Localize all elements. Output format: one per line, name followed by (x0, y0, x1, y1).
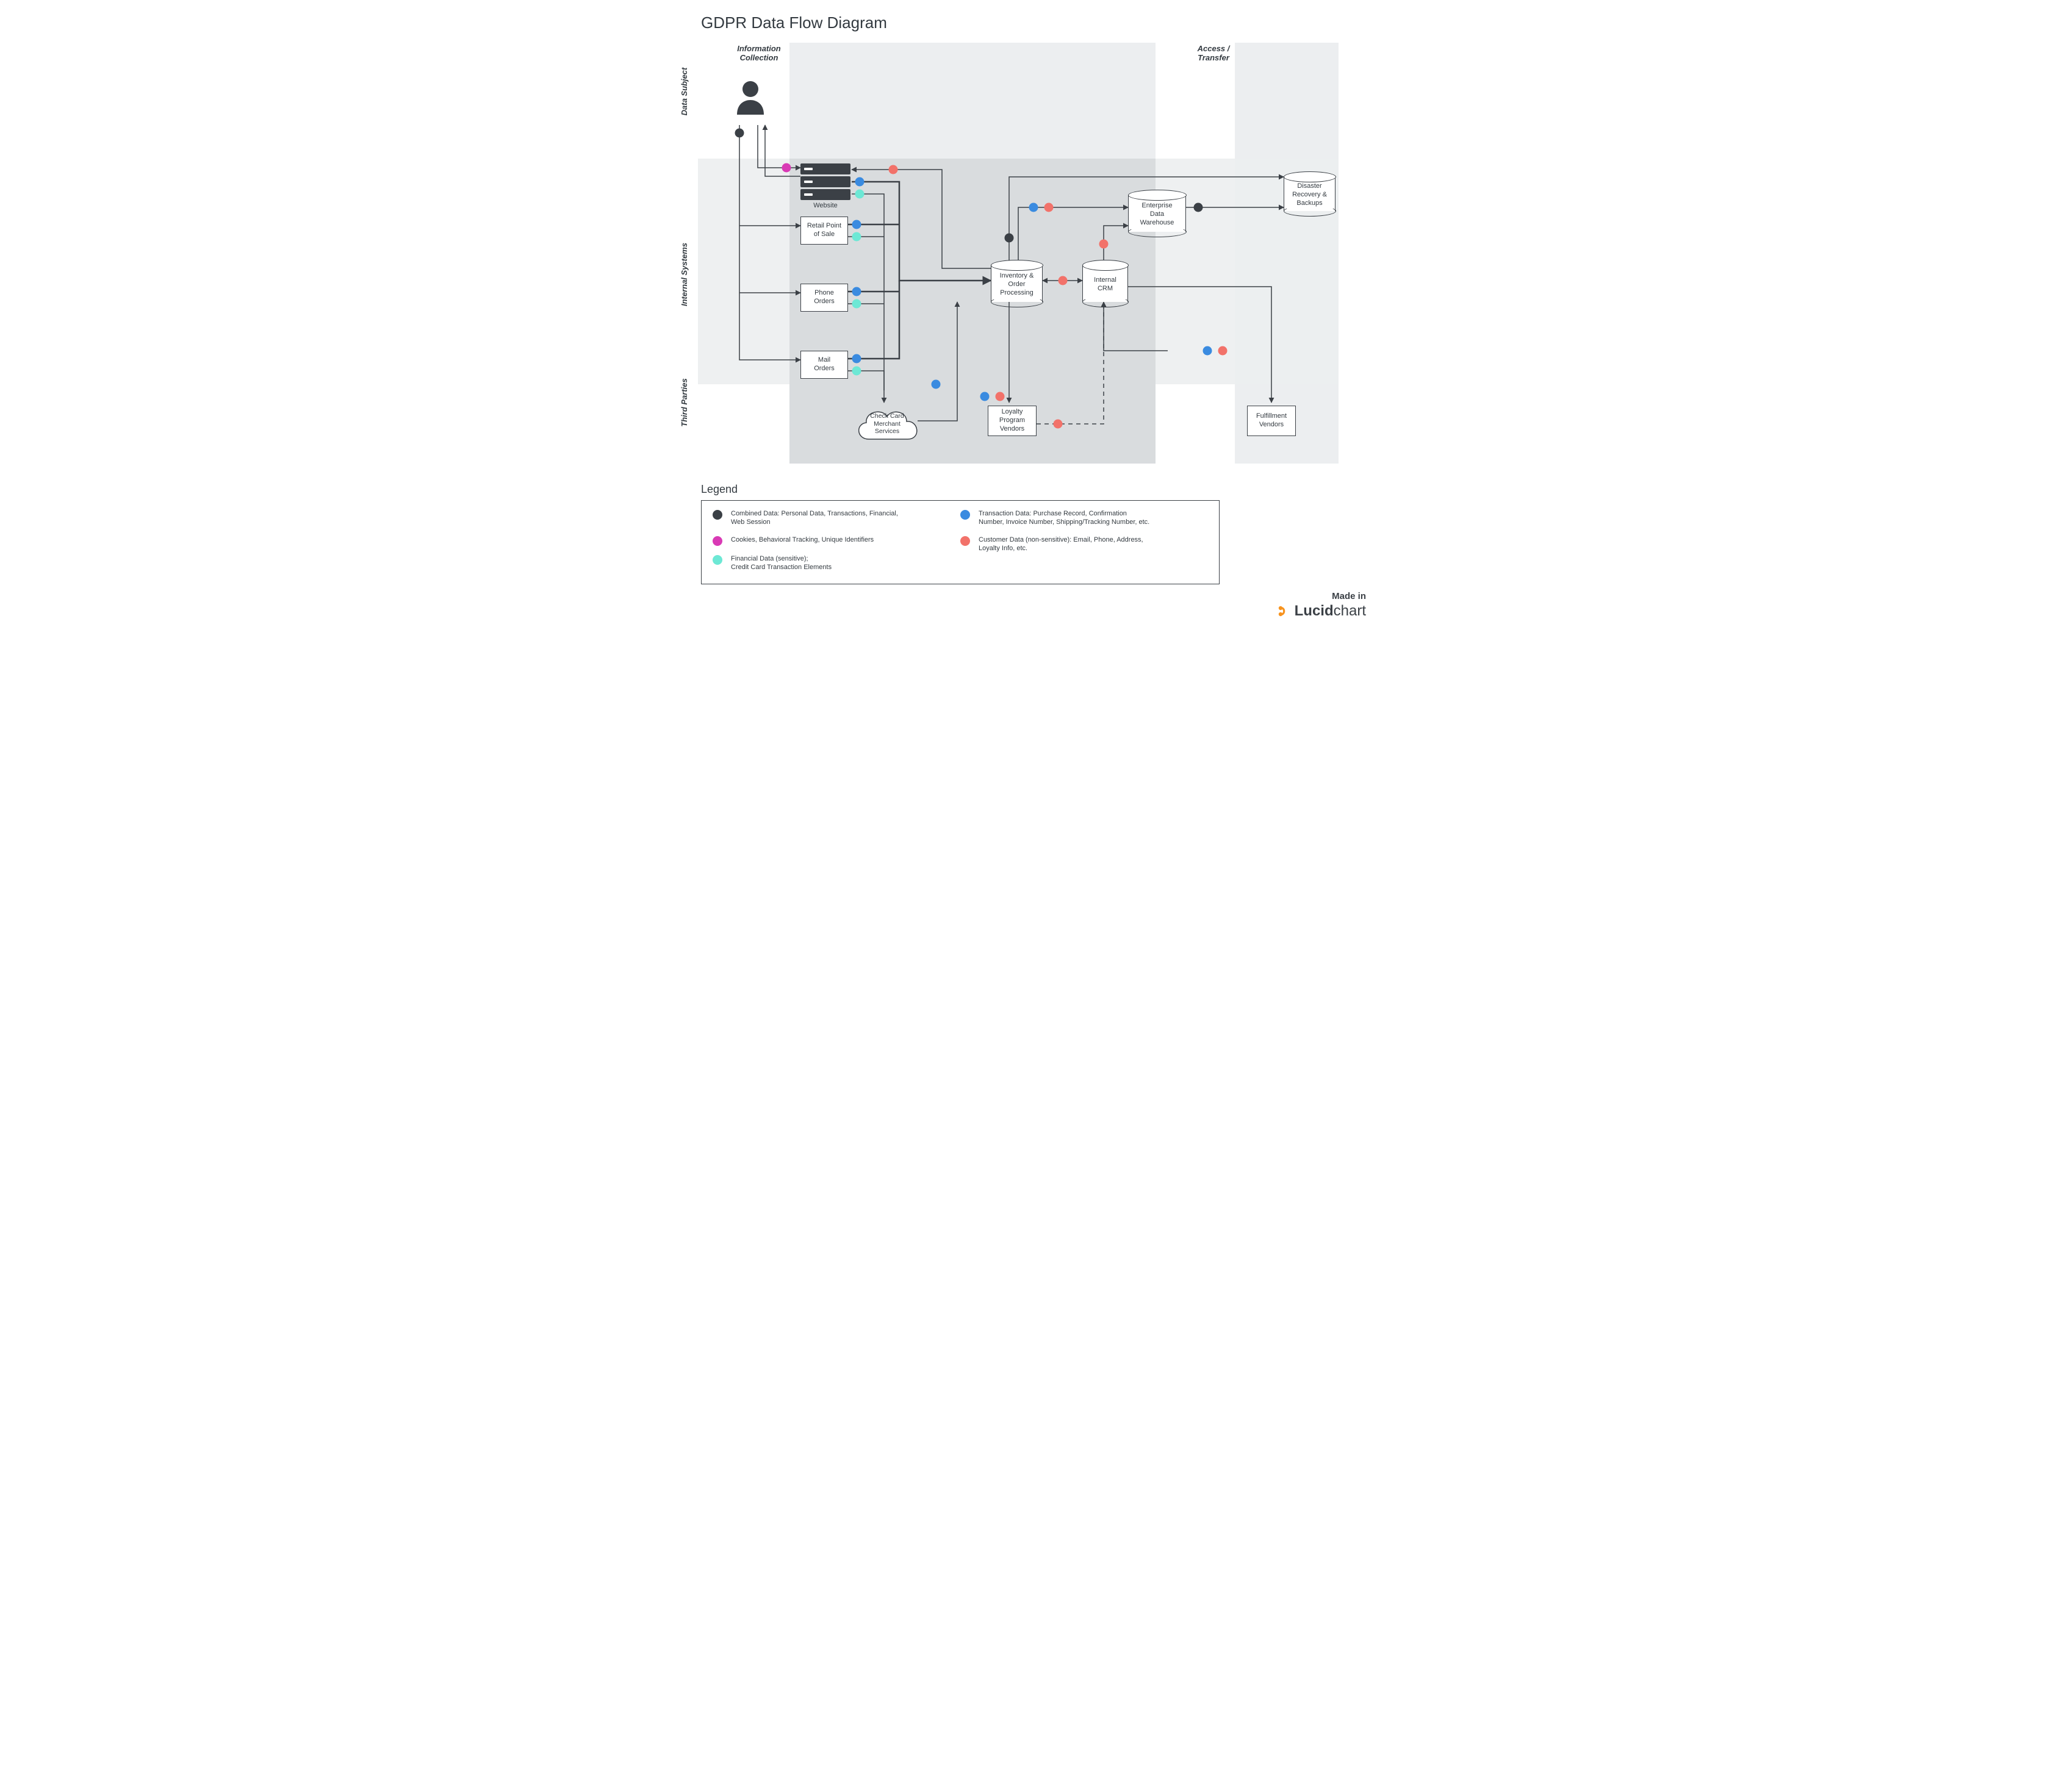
dot-financial (852, 232, 861, 242)
dot-combined (1194, 203, 1203, 212)
server-rack-icon (800, 189, 850, 200)
diagram-page: GDPR Data Flow Diagram InformationCollec… (667, 0, 1400, 634)
made-in-label: Made in (1276, 591, 1366, 601)
server-rack-icon (800, 163, 850, 174)
dot-transaction (852, 354, 861, 364)
legend-title: Legend (701, 483, 738, 496)
node-phone-orders: PhoneOrders (800, 284, 848, 312)
legend-box: Combined Data: Personal Data, Transactio… (701, 500, 1220, 584)
legend-dot (713, 510, 722, 520)
db-dr: DisasterRecovery &Backups (1284, 177, 1335, 211)
node-loyalty: LoyaltyProgramVendors (988, 406, 1037, 436)
db-crm: InternalCRM (1082, 265, 1128, 302)
row-header-internal: Internal Systems (680, 226, 689, 323)
node-mail-orders: MailOrders (800, 351, 848, 379)
legend-text: Cookies, Behavioral Tracking, Unique Ide… (731, 536, 874, 544)
dot-customer (889, 165, 898, 174)
server-rack-icon (800, 176, 850, 187)
dot-customer (996, 392, 1005, 401)
legend-text: Financial Data (sensitive);Credit Card T… (731, 554, 832, 572)
cloud-merchant-label: Check CardMerchantServices (864, 412, 910, 435)
dot-transaction (1029, 203, 1038, 212)
db-inventory: Inventory &OrderProcessing (991, 265, 1043, 302)
dot-customer (1099, 240, 1109, 249)
dot-customer (1059, 276, 1068, 285)
legend-item-customer: Customer Data (non-sensitive): Email, Ph… (960, 536, 1208, 553)
db-edw: EnterpriseDataWarehouse (1128, 195, 1186, 232)
dot-cookies (782, 163, 791, 173)
node-fulfillment: FulfillmentVendors (1247, 406, 1296, 436)
legend-dot (960, 510, 970, 520)
page-title: GDPR Data Flow Diagram (701, 13, 887, 32)
lucidchart-logo-icon (1276, 604, 1291, 618)
dot-financial (852, 299, 861, 309)
dot-combined (1005, 234, 1014, 243)
legend-item-cookies: Cookies, Behavioral Tracking, Unique Ide… (713, 536, 960, 546)
node-website: Website (800, 163, 850, 209)
legend-text: Transaction Data: Purchase Record, Confi… (979, 509, 1149, 527)
dot-financial (855, 190, 865, 199)
dot-combined (735, 129, 744, 138)
row-header-subject: Data Subject (680, 43, 689, 140)
dot-customer (1054, 420, 1063, 429)
footer-brand: Made in Lucidchart (1276, 591, 1366, 620)
user-icon (735, 79, 766, 116)
dot-transaction (852, 287, 861, 296)
cloud-merchant: Check CardMerchantServices (850, 400, 924, 448)
dot-customer (1218, 346, 1228, 356)
legend-item-transaction: Transaction Data: Purchase Record, Confi… (960, 509, 1208, 527)
dot-transaction (1203, 346, 1212, 356)
dot-transaction (932, 380, 941, 389)
node-retail-pos: Retail Pointof Sale (800, 217, 848, 245)
dot-customer (1044, 203, 1054, 212)
legend-dot (960, 536, 970, 546)
website-label: Website (800, 202, 850, 209)
brand-bold: Lucid (1295, 603, 1334, 619)
legend-text: Customer Data (non-sensitive): Email, Ph… (979, 536, 1143, 553)
dot-transaction (980, 392, 990, 401)
legend-dot (713, 555, 722, 565)
dot-financial (852, 367, 861, 376)
legend-item-financial: Financial Data (sensitive);Credit Card T… (713, 554, 960, 572)
legend-item-combined: Combined Data: Personal Data, Transactio… (713, 509, 960, 527)
lane-storage-third (789, 384, 1156, 464)
brand-light: chart (1334, 603, 1366, 619)
dot-transaction (855, 177, 865, 187)
legend-text: Combined Data: Personal Data, Transactio… (731, 509, 898, 527)
row-header-third: Third Parties (680, 354, 689, 451)
dot-transaction (852, 220, 861, 229)
legend-dot (713, 536, 722, 546)
